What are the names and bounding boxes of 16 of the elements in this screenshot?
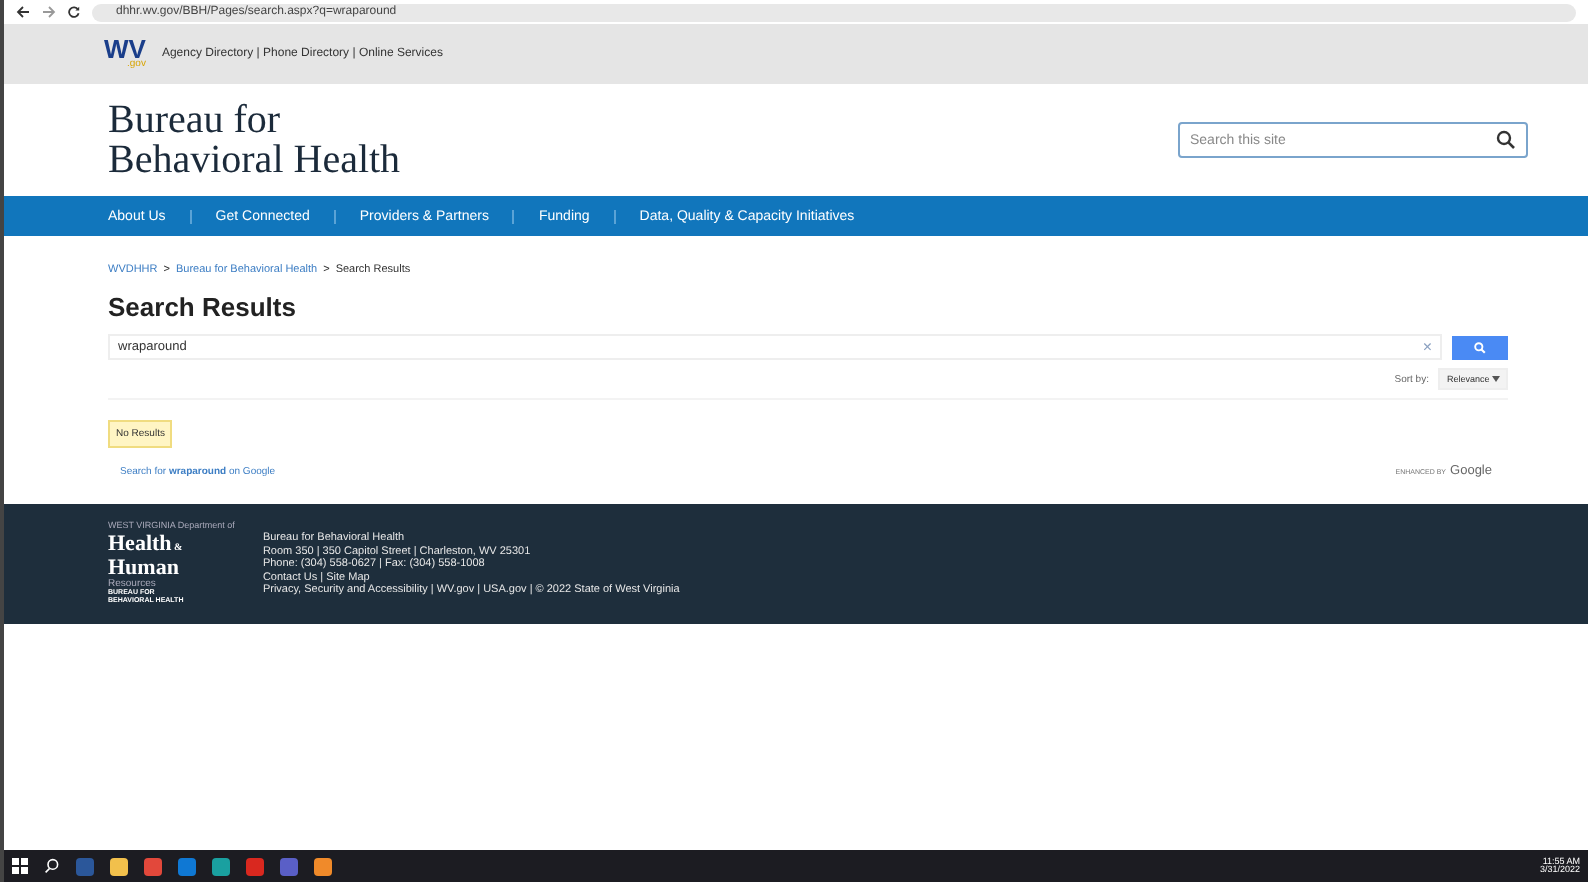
app-icon[interactable] [314, 857, 332, 875]
windows-start-icon[interactable] [12, 858, 28, 874]
forward-icon[interactable] [42, 6, 56, 18]
app-icon[interactable] [212, 857, 230, 875]
page-heading: Search Results [108, 292, 298, 322]
back-icon[interactable] [16, 6, 30, 18]
search-button[interactable] [1452, 335, 1508, 359]
search-icon [1474, 341, 1486, 353]
caret-icon [1492, 376, 1500, 382]
search-icon[interactable] [44, 858, 60, 874]
clear-icon[interactable]: × [1422, 338, 1432, 356]
search-icon [1496, 130, 1516, 150]
site-title: Bureau for Behavioral Health [108, 100, 401, 180]
app-icon[interactable] [110, 857, 128, 875]
reload-icon[interactable] [68, 6, 80, 18]
app-icon[interactable] [144, 857, 162, 875]
